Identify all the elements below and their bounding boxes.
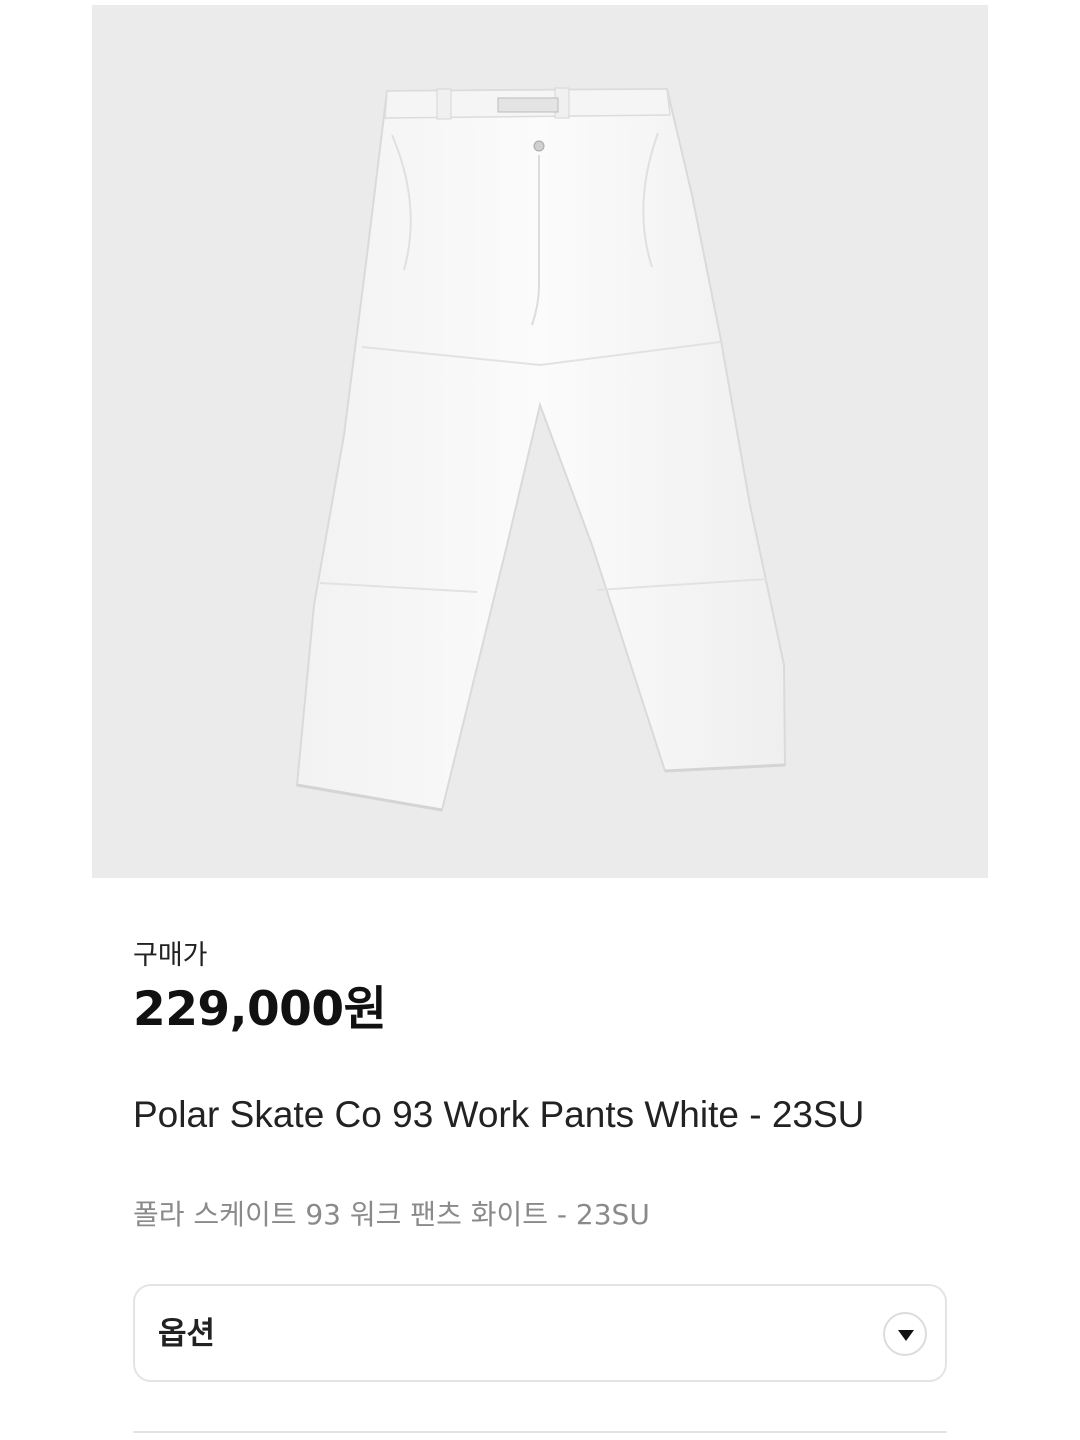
price-label: 구매가 xyxy=(133,940,208,971)
option-label: 옵션 xyxy=(158,1316,216,1352)
price-section: 구매가 229,000원 xyxy=(133,938,948,1038)
product-page: 구매가 229,000원 Polar Skate Co 93 Work Pant… xyxy=(0,0,1080,1440)
option-select[interactable]: 옵션 xyxy=(133,1284,947,1382)
divider xyxy=(133,1431,947,1433)
chevron-down-icon[interactable] xyxy=(883,1312,927,1356)
price-value: 229,000원 xyxy=(133,982,387,1037)
white-pants-illustration xyxy=(295,87,787,812)
product-name-ko: 폴라 스케이트 93 워크 팬츠 화이트 - 23SU xyxy=(133,1198,650,1231)
product-name-en: Polar Skate Co 93 Work Pants White - 23S… xyxy=(133,1094,865,1135)
product-image[interactable] xyxy=(92,5,988,878)
